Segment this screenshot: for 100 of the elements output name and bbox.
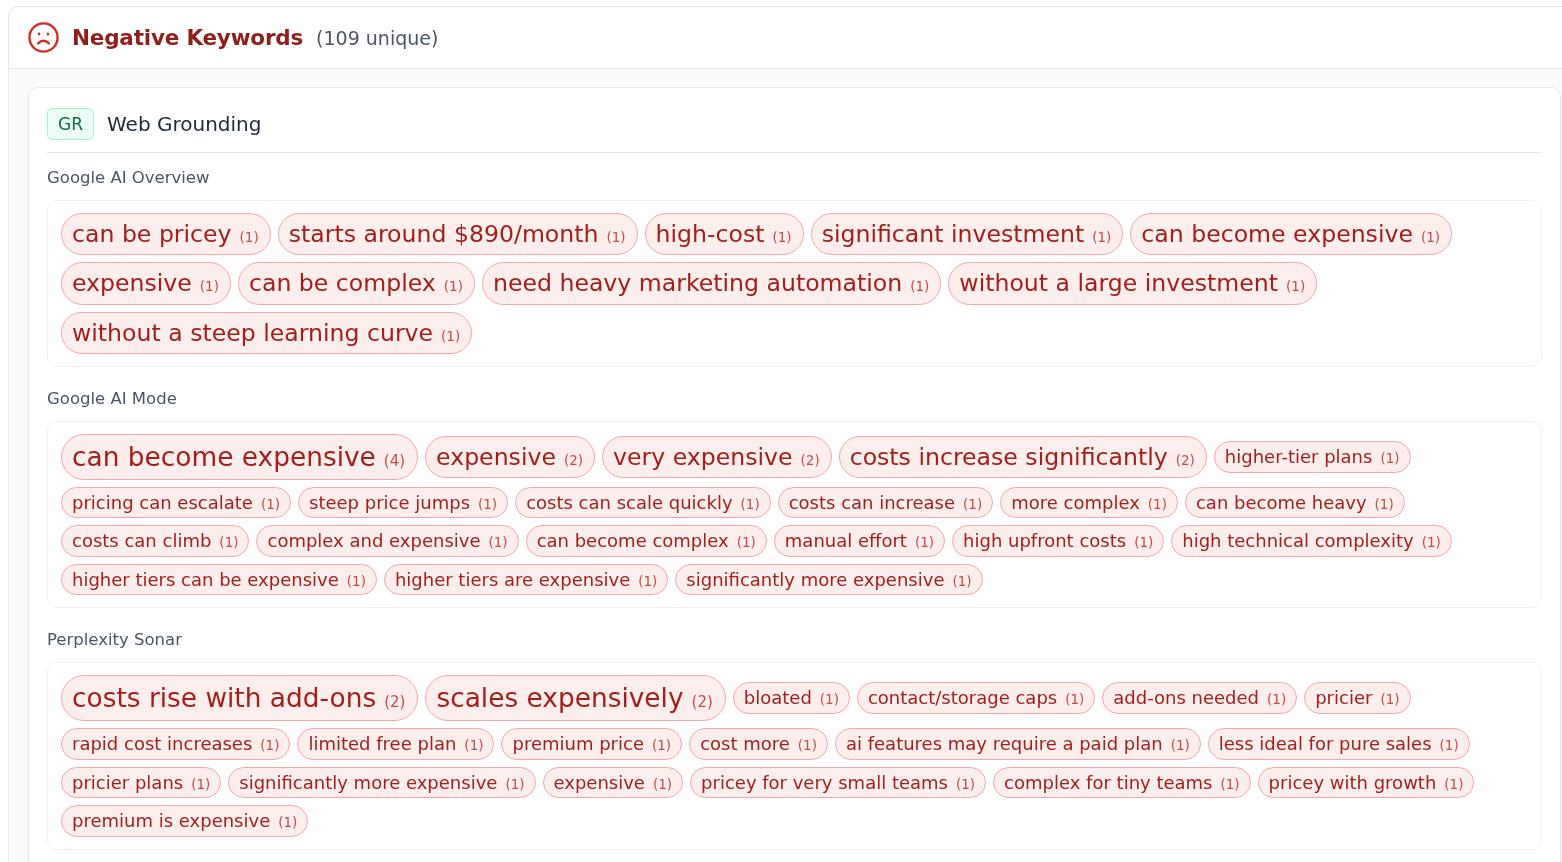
keyword-count: (1): [278, 814, 298, 831]
keyword-count: (1): [443, 278, 463, 295]
keyword-text: cost more: [700, 733, 790, 755]
keyword-text: costs rise with add-ons: [72, 682, 377, 715]
sad-face-icon: [28, 22, 59, 53]
keyword-text: can become expensive: [1141, 220, 1413, 249]
panel-title: Negative Keywords: [72, 25, 304, 50]
keyword-text: less ideal for pure sales: [1218, 733, 1432, 755]
keyword-count: (1): [1220, 775, 1240, 792]
keyword-text: ai features may require a paid plan: [845, 733, 1163, 755]
keyword-count: (1): [1380, 691, 1400, 708]
keyword-text: pricey with growth: [1268, 771, 1437, 794]
keyword-count: (1): [239, 229, 259, 246]
keyword-text: expensive: [72, 269, 192, 298]
keyword-count: (1): [797, 737, 817, 754]
keyword-count: (1): [1286, 278, 1306, 295]
keyword-text: without a large investment: [959, 269, 1279, 298]
keyword-text: higher tiers are expensive: [394, 568, 631, 591]
keyword-count: (1): [1420, 229, 1441, 246]
keyword-text: bloated: [743, 687, 812, 710]
keyword-count: (1): [1380, 450, 1400, 467]
keyword-count: (1): [1421, 534, 1441, 551]
keyword-count: (1): [652, 775, 673, 792]
keyword-count: (1): [199, 278, 219, 295]
keyword-text: without a steep learning curve: [72, 318, 434, 347]
keyword-count: (1): [260, 737, 280, 754]
keyword-count: (1): [1147, 495, 1167, 512]
keyword-count: (1): [955, 775, 976, 792]
keyword-text: higher tiers can be expensive: [72, 568, 339, 591]
keyword-count: (1): [606, 229, 626, 246]
keyword-count: (1): [952, 572, 972, 589]
keyword-count: (1): [478, 495, 498, 512]
keyword-text: costs increase significantly: [849, 442, 1168, 471]
keyword-text: premium is expensive: [72, 810, 271, 832]
keyword-text: complex for tiny teams: [1004, 771, 1213, 794]
section-label: Perplexity Sonar: [47, 629, 183, 652]
unique-count: (109 unique): [316, 26, 439, 49]
keyword-count: (2): [384, 693, 406, 712]
keyword-count: (1): [441, 327, 461, 344]
keyword-text: can be complex: [248, 269, 436, 298]
keyword-text: costs can increase: [788, 491, 956, 514]
source-title: Web Grounding: [107, 112, 262, 136]
keyword-count: (1): [819, 691, 839, 708]
keyword-count: (1): [910, 278, 930, 295]
keyword-count: (4): [383, 451, 406, 470]
keyword-text: contact/storage caps: [867, 687, 1058, 710]
section-label: Google AI Overview: [47, 167, 211, 189]
keyword-text: pricier plans: [72, 771, 184, 794]
keyword-count: (2): [800, 451, 820, 468]
keyword-count: (1): [1170, 737, 1190, 754]
keyword-text: can become expensive: [72, 440, 376, 473]
keyword-text: high upfront costs: [963, 530, 1127, 552]
keyword-count: (1): [1267, 691, 1287, 708]
keyword-text: add-ons needed: [1113, 687, 1260, 710]
keyword-text: expensive: [436, 442, 556, 471]
keyword-count: (1): [1134, 534, 1154, 551]
keyword-count: (1): [191, 775, 211, 792]
keyword-count: (1): [1092, 229, 1112, 246]
keyword-text: expensive: [553, 771, 645, 794]
keyword-text: pricier: [1315, 687, 1373, 710]
keyword-count: (1): [736, 534, 756, 551]
keyword-count: (1): [652, 737, 672, 754]
keyword-text: more complex: [1011, 491, 1140, 514]
keyword-text: can become heavy: [1195, 491, 1367, 514]
keyword-count: (2): [1175, 451, 1195, 468]
keyword-text: complex and expensive: [267, 530, 481, 552]
keyword-count: (1): [1374, 495, 1394, 512]
keyword-count: (1): [963, 495, 983, 512]
keyword-text: can be pricey: [72, 220, 232, 249]
keyword-count: (1): [464, 737, 484, 754]
keyword-text: manual effort: [784, 530, 907, 552]
keyword-text: significant investment: [821, 220, 1085, 249]
keyword-text: pricing can escalate: [72, 491, 253, 514]
keyword-count: (1): [1439, 737, 1459, 754]
keyword-count: (1): [772, 229, 792, 246]
keyword-text: scales expensively: [436, 682, 684, 715]
keyword-text: starts around $890/month: [288, 220, 599, 249]
keyword-count: (1): [346, 572, 366, 589]
keyword-count: (1): [260, 495, 280, 512]
keyword-text: rapid cost increases: [72, 733, 253, 755]
keyword-text: higher-tier plans: [1224, 446, 1373, 468]
keyword-text: very expensive: [613, 442, 793, 471]
keyword-count: (1): [638, 572, 658, 589]
keyword-count: (1): [505, 775, 525, 792]
keyword-count: (1): [914, 534, 935, 551]
keyword-count: (2): [563, 451, 584, 468]
keyword-count: (1): [740, 495, 760, 512]
keyword-text: high technical complexity: [1182, 530, 1414, 552]
keyword-text: significantly more expensive: [686, 568, 945, 591]
keyword-count: (1): [1065, 691, 1085, 708]
keyword-text: high-cost: [655, 220, 765, 249]
source-badge: GR: [47, 108, 94, 140]
keyword-count: (2): [691, 693, 713, 712]
keyword-count: (1): [1444, 775, 1464, 792]
keyword-text: need heavy marketing automation: [492, 269, 903, 298]
keyword-text: limited free plan: [308, 733, 457, 755]
keyword-text: costs can scale quickly: [526, 491, 733, 514]
keyword-text: costs can climb: [72, 530, 212, 552]
keyword-text: pricey for very small teams: [701, 771, 948, 794]
keyword-count: (1): [488, 534, 508, 551]
